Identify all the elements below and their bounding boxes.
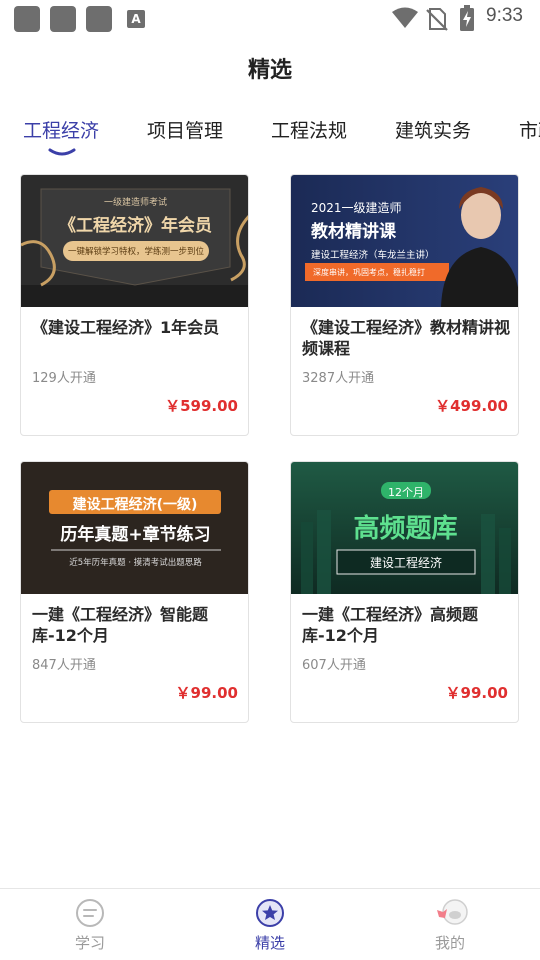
page-title: 精选 bbox=[247, 58, 292, 83]
course-price: ￥599.00 bbox=[165, 397, 238, 415]
banner-headline: 历年真题+章节练习 bbox=[60, 525, 211, 545]
course-title: 《建设工程经济》1年会员 bbox=[32, 318, 220, 337]
no-sim-icon bbox=[426, 8, 448, 31]
study-icon bbox=[76, 899, 104, 927]
course-title: 《建设工程经济》教材精讲视频课程 bbox=[302, 318, 511, 358]
banner-headline: 《工程经济》年会员 bbox=[59, 216, 212, 236]
banner-tagline: 近5年历年真题 · 摸清考试出题思路 bbox=[69, 558, 202, 568]
course-price: ￥499.00 bbox=[435, 397, 508, 415]
course-title: 一建《工程经济》高频题库-12个月 bbox=[302, 605, 479, 645]
course-banner: 一级建造师考试 《工程经济》年会员 一键解锁学习特权，学练测一步到位 bbox=[21, 175, 248, 307]
tab-engineering-regulations[interactable]: 工程法规 bbox=[271, 116, 347, 143]
notification-square-icon bbox=[14, 6, 40, 32]
course-card[interactable]: 建设工程经济(一级) 历年真题+章节练习 近5年历年真题 · 摸清考试出题思路 … bbox=[20, 461, 249, 723]
font-a-icon: A bbox=[127, 10, 145, 28]
nav-profile[interactable]: 我的 bbox=[400, 889, 500, 960]
battery-charging-icon bbox=[460, 5, 474, 31]
course-price: ￥99.00 bbox=[175, 684, 238, 702]
subscriber-count: 847人开通 bbox=[32, 658, 96, 673]
nav-label: 学习 bbox=[74, 934, 105, 952]
profile-icon bbox=[437, 899, 468, 925]
status-bar: A 9:33 bbox=[0, 0, 540, 36]
banner-line2: 教材精讲课 bbox=[311, 222, 396, 242]
nav-study[interactable]: 学习 bbox=[40, 889, 140, 960]
nav-featured[interactable]: 精选 bbox=[220, 889, 320, 960]
tab-construction-practice[interactable]: 建筑实务 bbox=[395, 116, 471, 143]
subscriber-count: 3287人开通 bbox=[302, 371, 375, 386]
course-card[interactable]: 2021一级建造师 教材精讲课 建设工程经济（车龙兰主讲） 深度串讲，巩固考点，… bbox=[290, 174, 519, 436]
tab-active-indicator bbox=[48, 148, 76, 156]
course-banner: 12个月 高频题库 建设工程经济 bbox=[291, 462, 518, 594]
notification-square-icon bbox=[86, 6, 112, 32]
course-price: ￥99.00 bbox=[445, 684, 508, 702]
banner-tagline: 一键解锁学习特权，学练测一步到位 bbox=[67, 247, 204, 257]
notification-square-icon bbox=[50, 6, 76, 32]
tab-engineering-economics[interactable]: 工程经济 bbox=[23, 116, 99, 143]
banner-label: 建设工程经济 bbox=[369, 556, 442, 570]
nav-label: 精选 bbox=[254, 934, 285, 952]
banner-badge: 12个月 bbox=[388, 486, 424, 499]
bottom-nav: 学习 精选 我的 bbox=[0, 888, 540, 960]
subscriber-count: 129人开通 bbox=[32, 371, 96, 386]
tab-municipal[interactable]: 市政 bbox=[519, 116, 540, 143]
banner-line1: 2021一级建造师 bbox=[311, 201, 402, 215]
category-tabs: 工程经济 项目管理 工程法规 建筑实务 市政 bbox=[0, 110, 540, 160]
nav-label: 我的 bbox=[434, 934, 465, 952]
banner-headline: 高频题库 bbox=[353, 514, 458, 544]
course-card[interactable]: 12个月 高频题库 建设工程经济 一建《工程经济》高频题库-12个月 607人开… bbox=[290, 461, 519, 723]
course-card[interactable]: 一级建造师考试 《工程经济》年会员 一键解锁学习特权，学练测一步到位 《建设工程… bbox=[20, 174, 249, 436]
banner-top-line: 一级建造师考试 bbox=[103, 198, 167, 208]
banner-line3: 建设工程经济（车龙兰主讲） bbox=[311, 250, 435, 261]
clock: 9:33 bbox=[486, 5, 523, 26]
featured-star-icon bbox=[256, 899, 284, 927]
wifi-icon bbox=[392, 7, 418, 28]
banner-line4: 深度串讲，巩固考点，稳扎稳打 bbox=[313, 268, 425, 277]
course-title: 一建《工程经济》智能题库-12个月 bbox=[32, 605, 209, 645]
course-banner: 2021一级建造师 教材精讲课 建设工程经济（车龙兰主讲） 深度串讲，巩固考点，… bbox=[291, 175, 518, 307]
subscriber-count: 607人开通 bbox=[302, 658, 366, 673]
banner-label: 建设工程经济(一级) bbox=[72, 497, 198, 513]
tab-project-management[interactable]: 项目管理 bbox=[147, 116, 223, 143]
course-banner: 建设工程经济(一级) 历年真题+章节练习 近5年历年真题 · 摸清考试出题思路 bbox=[21, 462, 248, 594]
